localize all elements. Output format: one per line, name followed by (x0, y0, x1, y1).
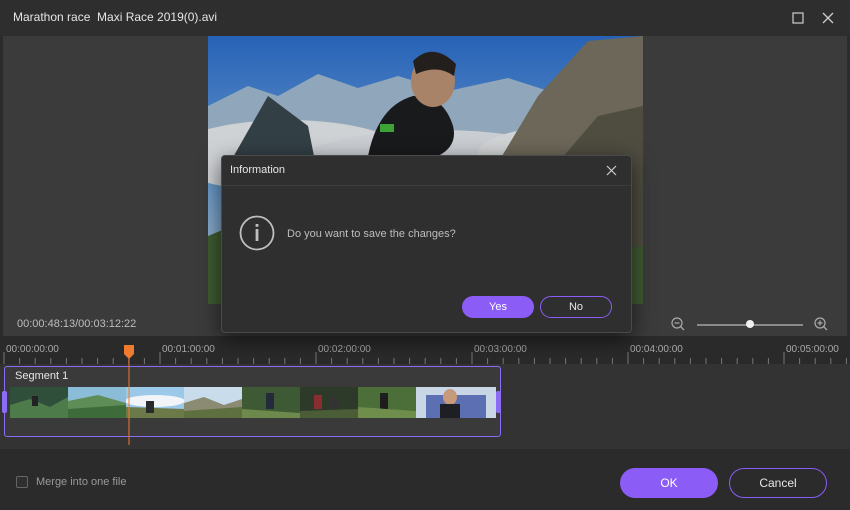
segment-label: Segment 1 (15, 370, 69, 382)
segment-end-handle[interactable] (496, 391, 501, 413)
dialog-title: Information (230, 164, 286, 176)
close-icon (822, 12, 834, 24)
merge-label: Merge into one file (36, 476, 127, 488)
segment-thumbnail (358, 387, 416, 418)
segment-thumbnail (68, 387, 126, 418)
maximize-icon (792, 12, 804, 24)
info-icon (239, 215, 275, 251)
information-dialog: Information Do you want to save the chan… (221, 155, 632, 333)
timecode-display: 00:00:48:13/00:03:12:22 (17, 318, 137, 330)
segment-thumbnail (300, 387, 358, 418)
zoom-in-icon[interactable] (814, 317, 828, 331)
cancel-button[interactable]: Cancel (729, 468, 827, 498)
zoom-out-icon[interactable] (671, 317, 685, 331)
timeline-segment[interactable]: Segment 1 (2, 366, 501, 437)
title-bar: Marathon race Maxi Race 2019(0).avi (0, 0, 850, 36)
zoom-controls (668, 315, 838, 335)
segment-thumbnail (10, 387, 68, 418)
close-icon (606, 165, 616, 175)
yes-button[interactable]: Yes (462, 296, 534, 318)
no-button[interactable]: No (540, 296, 612, 318)
window-title: Marathon race Maxi Race 2019(0).avi (13, 10, 218, 24)
merge-option[interactable]: Merge into one file (16, 476, 127, 488)
dialog-divider (222, 185, 631, 186)
playhead-marker-icon (124, 345, 134, 445)
segment-thumbnail (184, 387, 242, 418)
ok-button[interactable]: OK (620, 468, 718, 498)
playhead[interactable] (124, 345, 134, 445)
maximize-button[interactable] (788, 8, 808, 28)
close-button[interactable] (818, 8, 838, 28)
footer-bar (0, 449, 850, 510)
dialog-close-button[interactable] (602, 161, 620, 179)
segment-thumbnail (242, 387, 300, 418)
merge-checkbox[interactable] (16, 476, 28, 488)
segment-start-handle[interactable] (2, 391, 7, 413)
dialog-message: Do you want to save the changes? (287, 228, 456, 240)
zoom-slider-thumb[interactable] (746, 320, 754, 328)
segment-thumbnail (416, 387, 496, 418)
